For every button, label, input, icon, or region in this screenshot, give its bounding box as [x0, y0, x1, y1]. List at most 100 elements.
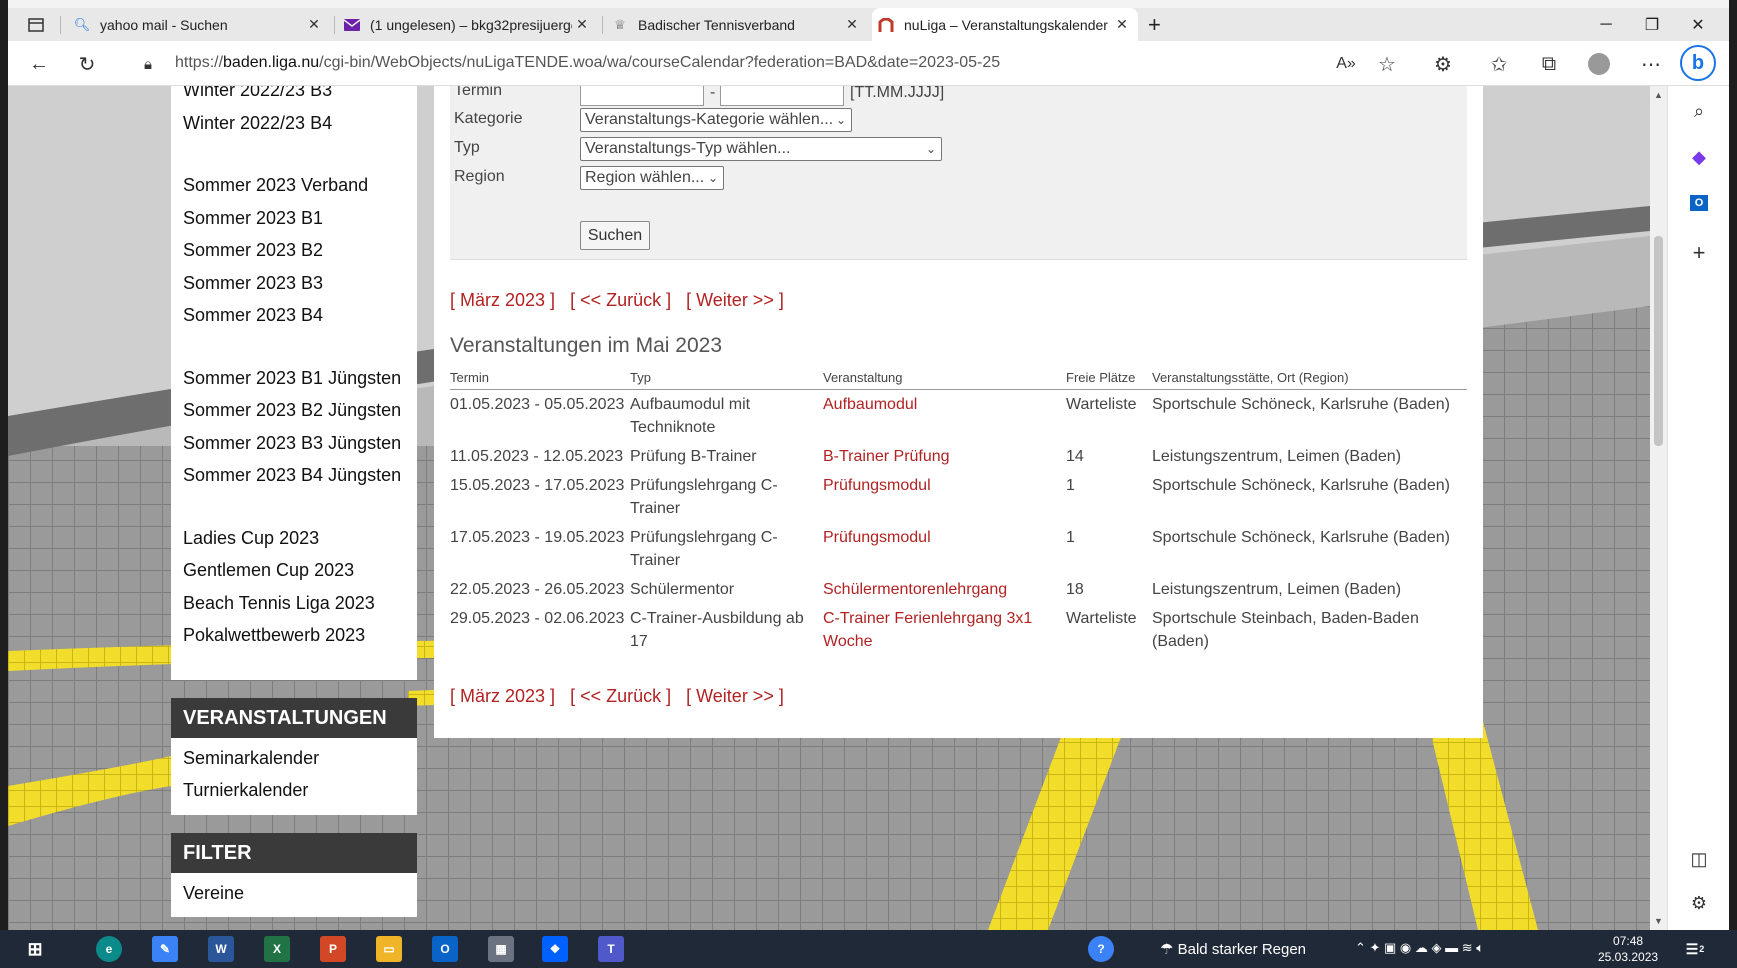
refresh-button[interactable]: ↻ — [72, 49, 102, 79]
sidebar-item-winter-b3[interactable]: Winter 2022/23 B3 — [183, 86, 405, 107]
start-button[interactable]: ⊞ — [22, 936, 48, 962]
tab-mail[interactable]: (1 ungelesen) – bkg32presijuerge ✕ — [338, 8, 598, 41]
event-link[interactable]: Prüfungsmodul — [823, 523, 1066, 575]
sidebar-item-sommer-b4[interactable]: Sommer 2023 B4 — [183, 299, 405, 332]
sidebar-item-pokalwettbewerb[interactable]: Pokalwettbewerb 2023 — [183, 619, 405, 652]
extensions-button[interactable]: ⚙ — [1428, 49, 1458, 79]
taskbar-excel[interactable]: X — [264, 936, 290, 962]
scrollbar-thumb[interactable] — [1654, 236, 1663, 446]
sidebar-item-turnierkalender[interactable]: Turnierkalender — [183, 774, 405, 807]
sidebar-item-ladies-cup[interactable]: Ladies Cup 2023 — [183, 522, 405, 555]
close-tab-icon[interactable]: ✕ — [304, 16, 324, 33]
tab-nuliga[interactable]: nuLiga – Veranstaltungskalender ✕ — [872, 8, 1138, 41]
kategorie-select[interactable]: Veranstaltungs-Kategorie wählen... ⌄ — [580, 108, 852, 132]
sidebar-item-sommer-b3-juengsten[interactable]: Sommer 2023 B3 Jüngsten — [183, 427, 405, 460]
teams-icon: T — [607, 942, 615, 956]
weather-widget[interactable]: ☂ Bald starker Regen — [1160, 940, 1306, 958]
close-tab-icon[interactable]: ✕ — [572, 16, 592, 33]
sidebar-item-sommer-b4-juengsten[interactable]: Sommer 2023 B4 Jüngsten — [183, 459, 405, 492]
more-menu-button[interactable]: ⋯ — [1636, 49, 1666, 79]
scroll-down-icon[interactable]: ▼ — [1654, 916, 1663, 926]
sidebar-item-winter-b4[interactable]: Winter 2022/23 B4 — [183, 107, 405, 140]
system-tray[interactable]: ⌃ ✦ ▣ ◉ ☁ ◈ ▬ ≋ 🔈︎ — [1355, 940, 1484, 956]
prev-month-link[interactable]: [ März 2023 ] — [450, 686, 555, 706]
sidebar-item-seminarkalender[interactable]: Seminarkalender — [183, 742, 405, 775]
filter-heading: FILTER — [171, 832, 417, 873]
sidebar-item-sommer-b3[interactable]: Sommer 2023 B3 — [183, 267, 405, 300]
sidebar-item-beach-tennis[interactable]: Beach Tennis Liga 2023 — [183, 587, 405, 620]
date-from-input[interactable] — [580, 86, 704, 106]
sidebar-games-button[interactable]: ◆ — [1688, 146, 1710, 168]
event-link[interactable]: B-Trainer Prüfung — [823, 442, 1066, 471]
add-favorite-button[interactable]: ☆ — [1372, 49, 1402, 79]
taskbar-app-grid[interactable]: ▦ — [488, 936, 514, 962]
event-link[interactable]: Schülermentorenlehrgang — [823, 575, 1066, 604]
new-tab-button[interactable]: + — [1142, 8, 1176, 41]
taskbar-explorer[interactable]: ▭ — [376, 936, 402, 962]
sidebar-item-sommer-b2-juengsten[interactable]: Sommer 2023 B2 Jüngsten — [183, 394, 405, 427]
next-link[interactable]: [ Weiter >> ] — [686, 290, 784, 310]
tab-yahoo-search[interactable]: 🔍︎ yahoo mail - Suchen ✕ — [68, 8, 330, 41]
typ-select[interactable]: Veranstaltungs-Typ wählen... ⌄ — [580, 137, 942, 161]
address-bar[interactable]: https://baden.liga.nu/cgi-bin/WebObjects… — [175, 54, 1000, 72]
close-window-button[interactable]: ✕ — [1675, 8, 1721, 41]
read-aloud-button[interactable]: A» — [1331, 49, 1361, 79]
page-scrollbar[interactable]: ▲ ▼ — [1650, 86, 1667, 930]
scroll-up-icon[interactable]: ▲ — [1654, 90, 1663, 100]
events-table: Termin Typ Veranstaltung Freie Plätze Ve… — [450, 366, 1467, 656]
taskbar-edge[interactable]: e — [96, 936, 122, 962]
lock-icon[interactable]: 🔒︎ — [133, 49, 163, 79]
clock-time: 07:48 — [1613, 934, 1644, 948]
favorites-button[interactable]: ✩ — [1484, 49, 1514, 79]
sidebar-outlook-button[interactable]: O — [1688, 192, 1710, 214]
bing-icon: b — [1691, 51, 1705, 74]
minimize-button[interactable]: ─ — [1583, 8, 1629, 41]
ellipsis-icon: ⋯ — [1641, 53, 1661, 76]
chevron-down-icon: ⌄ — [707, 171, 718, 185]
clock[interactable]: 07:48 25.03.2023 — [1598, 933, 1658, 965]
sidebar-toggle-button[interactable]: ◫ — [1688, 848, 1710, 870]
region-select[interactable]: Region wählen... ⌄ — [580, 166, 724, 190]
sidebar-item-sommer-b2[interactable]: Sommer 2023 B2 — [183, 234, 405, 267]
back-link[interactable]: [ << Zurück ] — [570, 290, 671, 310]
sidebar-add-button[interactable]: + — [1688, 240, 1710, 265]
tab-actions-button[interactable] — [22, 8, 56, 41]
profile-button[interactable] — [1584, 49, 1614, 79]
taskbar-word[interactable]: W — [208, 936, 234, 962]
tab-label: Badischer Tennisverband — [638, 16, 795, 33]
date-to-input[interactable] — [720, 86, 844, 106]
sidebar-settings-button[interactable]: ⚙ — [1688, 892, 1710, 914]
taskbar-dropbox[interactable]: ❖ — [542, 936, 568, 962]
sidebar-item-sommer-verband[interactable]: Sommer 2023 Verband — [183, 169, 405, 202]
event-link[interactable]: Aufbaumodul — [823, 389, 1066, 442]
restore-button[interactable]: ❐ — [1629, 8, 1675, 41]
notification-button[interactable]: ☰ 2 — [1682, 936, 1708, 962]
taskbar-powerpoint[interactable]: P — [320, 936, 346, 962]
sidebar-item-sommer-b1[interactable]: Sommer 2023 B1 — [183, 202, 405, 235]
sidebar-search-button[interactable]: ⌕ — [1688, 100, 1710, 122]
search-button[interactable]: Suchen — [580, 221, 650, 250]
sidebar-item-gentlemen-cup[interactable]: Gentlemen Cup 2023 — [183, 554, 405, 587]
cell-typ: Prüfungslehrgang C-Trainer — [630, 476, 778, 517]
taskbar-outlook[interactable]: O — [432, 936, 458, 962]
taskbar-teams[interactable]: T — [598, 936, 624, 962]
close-tab-icon[interactable]: ✕ — [1112, 16, 1132, 33]
back-button[interactable]: ← — [24, 49, 54, 79]
event-link[interactable]: C-Trainer Ferienlehrgang 3x1 Woche — [823, 604, 1066, 656]
taskbar-help[interactable]: ? — [1088, 936, 1114, 962]
collections-button[interactable]: ⧉ — [1534, 49, 1564, 79]
next-link[interactable]: [ Weiter >> ] — [686, 686, 784, 706]
typ-value: Veranstaltungs-Typ wählen... — [585, 140, 791, 157]
back-link[interactable]: [ << Zurück ] — [570, 686, 671, 706]
event-link[interactable]: Prüfungsmodul — [823, 471, 1066, 523]
sidebar-item-sommer-b1-juengsten[interactable]: Sommer 2023 B1 Jüngsten — [183, 362, 405, 395]
gear-icon: ⚙ — [1690, 892, 1708, 913]
prev-month-link[interactable]: [ März 2023 ] — [450, 290, 555, 310]
sidebar-item-vereine[interactable]: Vereine — [183, 877, 405, 910]
close-tab-icon[interactable]: ✕ — [842, 16, 862, 33]
bing-chat-button[interactable]: b — [1680, 45, 1716, 81]
tab-badischer-tennisverband[interactable]: ♕ Badischer Tennisverband ✕ — [606, 8, 868, 41]
taskbar-app[interactable]: ✎ — [152, 936, 178, 962]
dropbox-icon: ❖ — [549, 942, 561, 956]
windows-taskbar: ⊞ e ✎ W X P ▭ O ▦ ❖ T ? ☂ Bald starker R… — [0, 930, 1737, 968]
